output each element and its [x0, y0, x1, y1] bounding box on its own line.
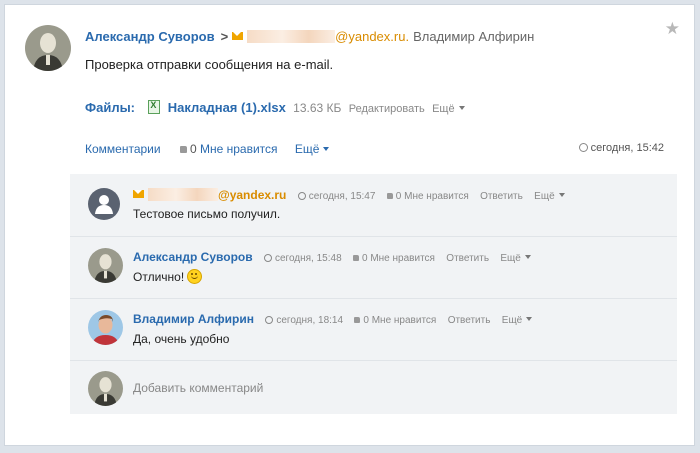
files-row: Файлы: Накладная (1).xlsx 13.63 КБ Редак… — [85, 100, 465, 115]
comment-more-label: Ещё — [534, 191, 555, 202]
files-label: Файлы: — [85, 100, 136, 115]
post-header: Александр Суворов > @yandex.ru. Владимир Ал… — [85, 29, 534, 44]
like-button[interactable]: 0 Мне нравится — [179, 142, 278, 156]
user-placeholder-avatar[interactable] — [88, 188, 120, 220]
smiley-icon — [187, 269, 203, 284]
thumbs-up-icon — [352, 255, 359, 261]
comment-like-button[interactable]: 0 Мне нравится — [352, 253, 435, 264]
chevron-down-icon — [558, 193, 565, 197]
author-avatar[interactable] — [25, 25, 71, 71]
comment-more-label: Ещё — [501, 315, 523, 326]
chevron-down-icon — [526, 317, 533, 321]
comment-author-link[interactable]: Александр Суворов — [133, 250, 253, 264]
post-card: ★ Александр Суворов > @yandex.ru. Владимир … — [4, 4, 695, 446]
comment-text: Тестовое письмо получил. — [133, 207, 281, 221]
reply-button[interactable]: Ответить — [448, 315, 491, 326]
comment-meta: сегодня, 18:14 — [265, 315, 343, 326]
comment-text-wrap: Отлично! — [133, 269, 203, 284]
excel-file-icon — [148, 100, 161, 114]
post-more-menu[interactable]: Ещё — [295, 142, 330, 156]
comment-like-label: Мне нравится — [404, 191, 469, 202]
file-size: 13.63 КБ — [293, 101, 342, 115]
reply-button[interactable]: Ответить — [480, 191, 523, 202]
comment-item: Александр Суворов сегодня, 15:48 0 Мне н… — [70, 237, 677, 299]
comment-more-menu[interactable]: Ещё — [500, 253, 531, 264]
file-link[interactable]: Накладная (1).xlsx — [168, 100, 286, 115]
chevron-down-icon — [524, 255, 531, 259]
comment-time: сегодня, 15:48 — [274, 253, 342, 264]
comment-text: Отлично! — [133, 270, 185, 284]
post-author-link[interactable]: Александр Суворов — [85, 29, 215, 44]
like-count: 0 — [189, 142, 197, 156]
like-label: Мне нравится — [199, 142, 278, 156]
file-more-label: Ещё — [432, 103, 455, 115]
comment-like-count: 0 — [363, 315, 369, 326]
comment-like-count: 0 — [395, 191, 402, 202]
comment-header: Александр Суворов сегодня, 15:48 0 Мне н… — [133, 250, 531, 264]
comments-section: @yandex.ru сегодня, 15:47 0 Мне нравится… — [70, 174, 677, 414]
comment-like-label: Мне нравится — [370, 253, 435, 264]
comment-like-count: 0 — [361, 253, 368, 264]
add-comment-input[interactable]: Добавить комментарий — [133, 381, 263, 395]
comment-header: Владимир Алфирин сегодня, 18:14 0 Мне нр… — [133, 312, 533, 326]
post-time-text: сегодня, 15:42 — [590, 142, 664, 154]
redacted-email — [247, 30, 336, 43]
comment-like-button[interactable]: 0 Мне нравится — [354, 315, 436, 326]
comment-header: @yandex.ru сегодня, 15:47 0 Мне нравится… — [133, 188, 565, 202]
comment-author-link[interactable]: Владимир Алфирин — [133, 312, 254, 326]
comment-more-label: Ещё — [500, 253, 521, 264]
post-actions: Комментарии 0 Мне нравится Ещё — [85, 142, 330, 156]
chevron-down-icon — [458, 106, 465, 110]
current-user-avatar — [88, 371, 123, 406]
file-more-menu[interactable]: Ещё — [432, 101, 465, 115]
thumbs-up-icon — [179, 146, 187, 153]
comments-tab[interactable]: Комментарии — [85, 142, 161, 156]
mail-icon — [232, 32, 244, 40]
recipient-email-domain[interactable]: @yandex.ru. — [335, 29, 409, 44]
comment-meta: сегодня, 15:47 — [297, 191, 376, 202]
recipient-name[interactable]: Владимир Алфирин — [413, 29, 534, 44]
redacted-email — [148, 188, 218, 201]
comment-time: сегодня, 15:47 — [308, 191, 376, 202]
thumbs-up-icon — [386, 193, 393, 199]
arrow-icon: > — [220, 29, 229, 44]
clock-icon — [297, 192, 306, 200]
clock-icon — [263, 254, 272, 262]
mail-icon — [133, 190, 144, 198]
chevron-down-icon — [323, 147, 330, 151]
star-icon[interactable]: ★ — [665, 19, 680, 39]
comment-more-menu[interactable]: Ещё — [501, 315, 533, 326]
comment-author-link[interactable]: @yandex.ru — [218, 188, 286, 202]
comment-item: Владимир Алфирин сегодня, 18:14 0 Мне нр… — [70, 299, 677, 361]
reply-button[interactable]: Ответить — [446, 253, 489, 264]
comment-like-button[interactable]: 0 Мне нравится — [386, 191, 469, 202]
user-photo-avatar[interactable] — [88, 310, 123, 345]
author-avatar[interactable] — [88, 248, 123, 283]
comment-more-menu[interactable]: Ещё — [534, 191, 565, 202]
comment-text: Да, очень удобно — [133, 332, 230, 346]
post-body: Проверка отправки сообщения на e-mail. — [85, 57, 334, 72]
comment-time: сегодня, 18:14 — [276, 315, 344, 326]
clock-icon — [265, 316, 274, 324]
comment-like-label: Мне нравится — [371, 315, 437, 326]
clock-icon — [578, 143, 588, 152]
post-timestamp: сегодня, 15:42 — [578, 142, 664, 154]
post-more-label: Ещё — [294, 142, 320, 156]
comment-item: @yandex.ru сегодня, 15:47 0 Мне нравится… — [70, 174, 677, 237]
thumbs-up-icon — [354, 317, 361, 323]
comment-meta: сегодня, 15:48 — [263, 253, 342, 264]
edit-file-link[interactable]: Редактировать — [349, 103, 425, 115]
